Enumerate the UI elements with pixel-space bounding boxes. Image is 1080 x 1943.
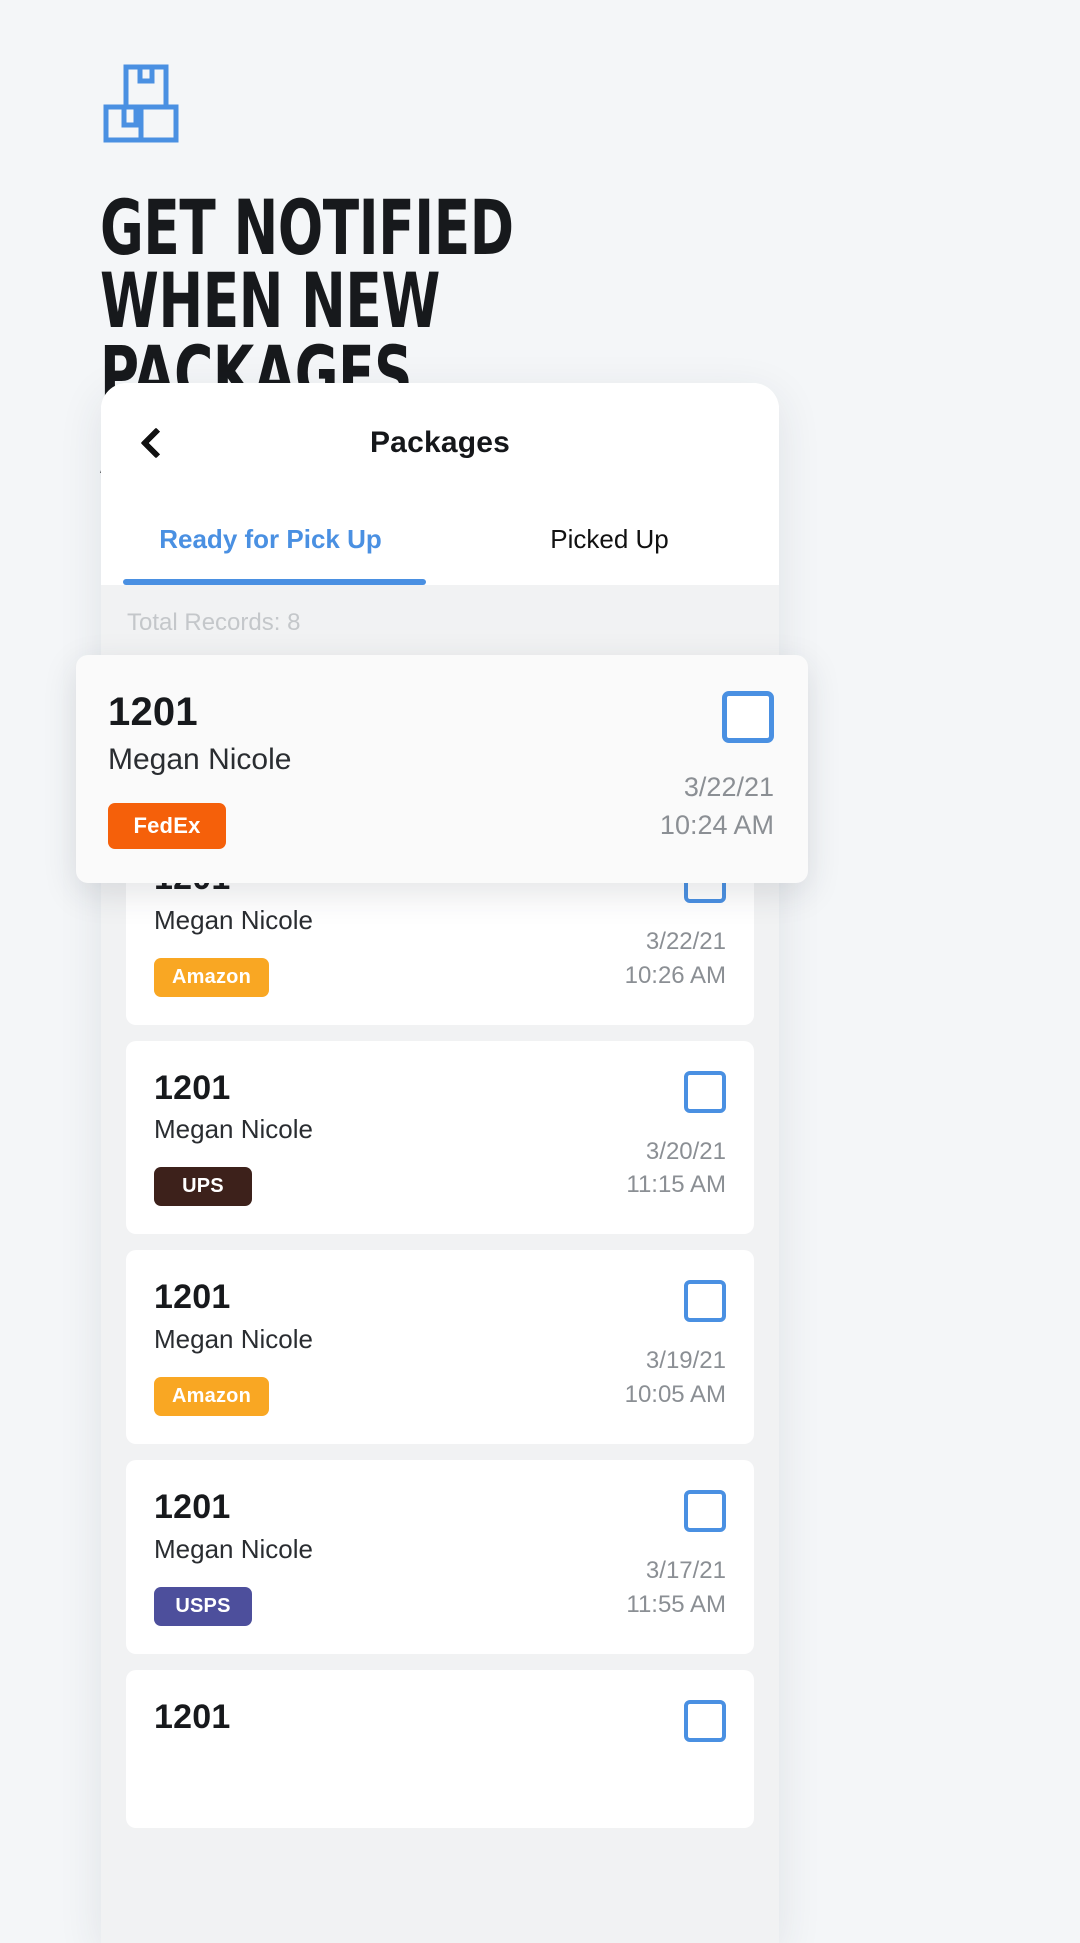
nav-title: Packages <box>369 426 511 459</box>
unit-number: 1201 <box>154 1068 231 1107</box>
featured-package-card[interactable]: 1201 Megan Nicole FedEx 3/22/21 10:24 AM <box>76 655 808 883</box>
timestamp: 3/22/21 10:24 AM <box>660 769 774 845</box>
table-row[interactable]: 1201 Megan Nicole UPS 3/20/21 11:15 AM <box>126 1040 754 1235</box>
recipient-name: Megan Nicole <box>154 1114 313 1145</box>
unit-number: 1201 <box>108 690 198 734</box>
recipient-name: Megan Nicole <box>154 904 313 935</box>
date-text: 3/17/21 <box>645 1557 726 1585</box>
row-meta: 3/20/21 11:15 AM <box>576 1070 726 1207</box>
tab-label: Picked Up <box>550 523 669 554</box>
carrier-badge: Amazon <box>154 1377 269 1417</box>
recipient-name: Megan Nicole <box>108 743 292 776</box>
row-details: 1201 Megan Nicole USPS <box>154 1488 576 1626</box>
select-checkbox[interactable] <box>684 1490 726 1533</box>
back-button[interactable] <box>127 414 185 472</box>
carrier-badge: USPS <box>154 1586 252 1626</box>
select-checkbox[interactable] <box>684 1280 726 1323</box>
tab-bar: Ready for Pick Up Picked Up <box>101 503 779 585</box>
row-details: 1201 Megan Nicole FedEx <box>108 691 584 849</box>
timestamp: 3/22/21 10:26 AM <box>625 925 726 992</box>
time-text: 11:15 AM <box>626 1171 726 1199</box>
date-text: 3/20/21 <box>645 1137 726 1165</box>
select-checkbox[interactable] <box>684 1070 726 1113</box>
unit-number: 1201 <box>154 1278 231 1317</box>
date-text: 3/19/21 <box>645 1347 726 1375</box>
date-text: 3/22/21 <box>645 928 726 955</box>
stacked-boxes-icon <box>103 64 179 143</box>
row-details: 1201 <box>154 1697 576 1800</box>
carrier-badge: UPS <box>154 1167 252 1207</box>
time-text: 11:55 AM <box>626 1590 726 1618</box>
row-details: 1201 Megan Nicole UPS <box>154 1068 576 1207</box>
chevron-left-icon <box>140 427 172 459</box>
time-text: 10:26 AM <box>624 961 726 989</box>
package-list: 1201 Megan Nicole Amazon 3/22/21 10:26 A… <box>101 831 779 1828</box>
carrier-badge: FedEx <box>108 803 226 849</box>
tab-picked-up[interactable]: Picked Up <box>440 503 779 585</box>
total-records-label: Total Records: 8 <box>127 609 301 636</box>
time-text: 10:24 AM <box>659 809 774 840</box>
timestamp: 3/17/21 11:55 AM <box>626 1554 726 1621</box>
row-details: 1201 Megan Nicole Amazon <box>154 1278 576 1417</box>
recipient-name: Megan Nicole <box>154 1533 313 1564</box>
row-meta <box>576 1699 726 1800</box>
app-nav-bar: Packages <box>101 383 779 503</box>
table-row[interactable]: 1201 Megan Nicole USPS 3/17/21 11:55 AM <box>126 1460 754 1654</box>
time-text: 10:05 AM <box>624 1380 726 1408</box>
timestamp: 3/20/21 11:15 AM <box>626 1135 726 1202</box>
select-checkbox[interactable] <box>722 691 774 743</box>
unit-number: 1201 <box>154 1488 231 1527</box>
date-text: 3/22/21 <box>683 772 774 802</box>
table-row[interactable]: 1201 <box>126 1669 754 1828</box>
select-checkbox[interactable] <box>684 1699 726 1742</box>
row-meta: 3/19/21 10:05 AM <box>576 1280 726 1416</box>
carrier-badge: Amazon <box>154 957 269 997</box>
tab-label: Ready for Pick Up <box>159 523 382 554</box>
app-preview-panel: Packages Ready for Pick Up Picked Up Tot… <box>101 383 779 1943</box>
timestamp: 3/19/21 10:05 AM <box>625 1344 726 1411</box>
table-row[interactable]: 1201 Megan Nicole Amazon 3/19/21 10:05 A… <box>126 1250 754 1445</box>
unit-number: 1201 <box>154 1697 231 1736</box>
tab-ready-for-pick-up[interactable]: Ready for Pick Up <box>101 503 440 585</box>
row-meta: 3/22/21 10:24 AM <box>584 691 774 849</box>
row-meta: 3/17/21 11:55 AM <box>576 1490 726 1626</box>
recipient-name: Megan Nicole <box>154 1324 313 1355</box>
